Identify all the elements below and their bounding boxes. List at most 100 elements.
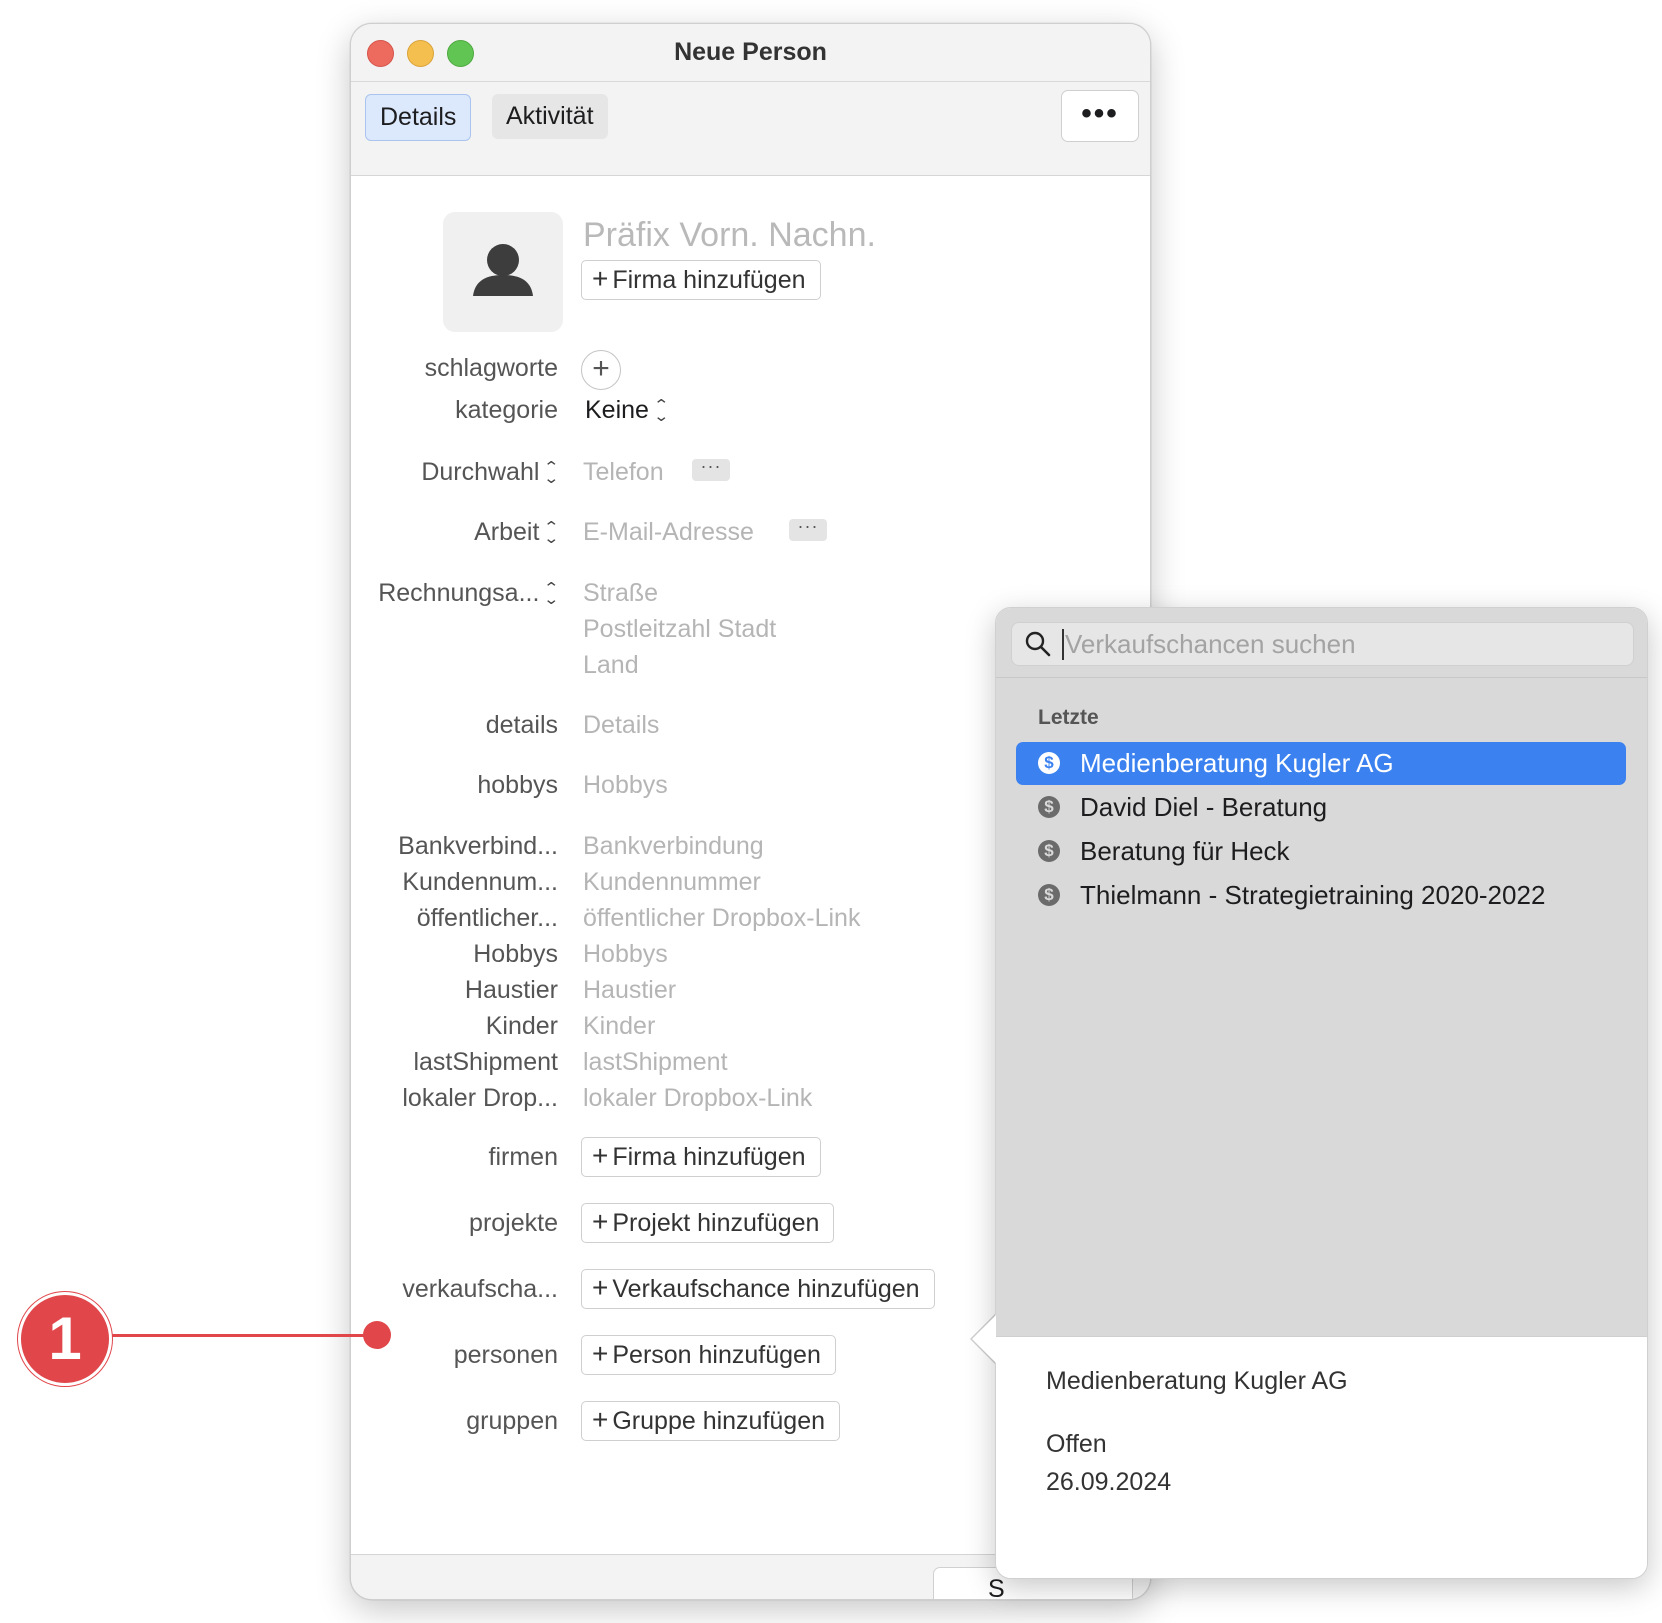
opportunity-detail-status: Offen <box>1046 1430 1107 1458</box>
plus-icon: + <box>592 263 609 294</box>
custom-field-input[interactable]: lastShipment <box>583 1048 728 1077</box>
custom-field-input[interactable]: Hobbys <box>583 940 668 969</box>
custom-field-label: öffentlicher... <box>416 904 558 932</box>
details-label: details <box>485 711 558 739</box>
popover-arrow <box>972 1315 996 1363</box>
phone-type-label: Durchwahl <box>421 458 540 486</box>
person-silhouette-icon <box>473 244 533 296</box>
details-input[interactable]: Details <box>583 711 659 740</box>
opportunity-item-label: Beratung für Heck <box>1080 836 1290 866</box>
custom-field-label: Bankverbind... <box>398 832 558 860</box>
custom-field-input[interactable]: Haustier <box>583 976 676 1005</box>
opportunity-list-area: Verkaufschancen suchen Letzte $ Medienbe… <box>996 608 1647 1336</box>
dollar-icon: $ <box>1038 796 1060 818</box>
add-company-button[interactable]: + Firma hinzufügen <box>581 260 821 300</box>
opportunity-search-input[interactable]: Verkaufschancen suchen <box>1011 622 1634 666</box>
annotation-dot <box>363 1321 391 1349</box>
custom-field-label: lastShipment <box>413 1048 558 1076</box>
custom-field-input[interactable]: Kinder <box>583 1012 655 1041</box>
ellipsis-icon: ··· <box>797 516 819 536</box>
hobbys-input[interactable]: Hobbys <box>583 771 668 800</box>
recent-section-header: Letzte <box>1038 706 1099 729</box>
plus-icon: + <box>592 1206 609 1237</box>
custom-field-input[interactable]: lokaler Dropbox-Link <box>583 1084 812 1113</box>
add-company-relation-button[interactable]: + Firma hinzufügen <box>581 1137 821 1177</box>
custom-field-input[interactable]: öffentlicher Dropbox-Link <box>583 904 860 933</box>
custom-field-input[interactable]: Bankverbindung <box>583 832 764 861</box>
text-caret <box>1062 629 1064 660</box>
ellipsis-icon: ··· <box>700 456 722 476</box>
dollar-icon: $ <box>1038 752 1060 774</box>
search-placeholder: Verkaufschancen suchen <box>1065 629 1356 659</box>
category-label: kategorie <box>455 396 558 424</box>
opportunity-item[interactable]: $ Thielmann - Strategietraining 2020-202… <box>1016 874 1626 917</box>
opportunities-label: verkaufscha... <box>402 1275 558 1303</box>
add-company-label: Firma hinzufügen <box>612 266 806 294</box>
country-input[interactable]: Land <box>583 651 639 680</box>
groups-label: gruppen <box>466 1407 558 1435</box>
dollar-icon: $ <box>1038 840 1060 862</box>
custom-field-label: Kinder <box>485 1012 558 1040</box>
custom-field-label: lokaler Drop... <box>402 1084 558 1112</box>
custom-field-input[interactable]: Kundennummer <box>583 868 761 897</box>
tags-label: schlagworte <box>424 354 558 382</box>
search-icon <box>1025 631 1051 657</box>
add-group-label: Gruppe hinzufügen <box>612 1407 826 1435</box>
add-company-relation-label: Firma hinzufügen <box>612 1143 806 1171</box>
tab-details[interactable]: Details <box>365 94 472 141</box>
add-project-button[interactable]: + Projekt hinzufügen <box>581 1203 835 1243</box>
opportunity-detail-date: 26.09.2024 <box>1046 1468 1172 1496</box>
opportunity-item[interactable]: $ Medienberatung Kugler AG <box>1016 742 1626 785</box>
address-type-label: Rechnungsa... <box>378 579 540 607</box>
add-person-label: Person hinzufügen <box>612 1341 821 1369</box>
opportunity-item[interactable]: $ David Diel - Beratung <box>1016 786 1626 829</box>
street-input[interactable]: Straße <box>583 579 658 608</box>
window-title: Neue Person <box>674 38 827 66</box>
phone-type-select[interactable]: Durchwahl ⌃ ⌄ <box>421 458 560 488</box>
custom-field-label: Hobbys <box>473 940 558 968</box>
opportunity-picker-popover: Verkaufschancen suchen Letzte $ Medienbe… <box>995 607 1648 1579</box>
dollar-icon: $ <box>1038 884 1060 906</box>
plus-icon: + <box>592 1338 609 1369</box>
category-select[interactable]: Keine ⌃ ⌄ <box>585 396 670 426</box>
opportunity-item-label: David Diel - Beratung <box>1080 792 1328 822</box>
projects-label: projekte <box>469 1209 558 1237</box>
more-options-button[interactable]: ••• <box>1061 90 1139 142</box>
add-opportunity-button[interactable]: + Verkaufschance hinzufügen <box>581 1269 935 1309</box>
add-person-button[interactable]: + Person hinzufügen <box>581 1335 836 1375</box>
opportunity-item-label: Thielmann - Strategietraining 2020-2022 <box>1080 880 1546 910</box>
email-type-select[interactable]: Arbeit ⌃ ⌄ <box>474 518 560 548</box>
name-input[interactable]: Präfix Vorn. Nachn. <box>583 216 876 255</box>
plus-icon: + <box>592 352 610 385</box>
category-value: Keine <box>585 396 649 424</box>
up-down-chevron-icon: ⌃ ⌄ <box>543 519 560 548</box>
up-down-chevron-icon: ⌃ ⌄ <box>543 459 560 488</box>
annotation-line <box>106 1334 378 1337</box>
avatar[interactable] <box>443 212 563 332</box>
hobbys-label: hobbys <box>477 771 558 799</box>
email-type-label: Arbeit <box>474 518 540 546</box>
plus-icon: + <box>592 1404 609 1435</box>
opportunity-item[interactable]: $ Beratung für Heck <box>1016 830 1626 873</box>
add-tag-button[interactable]: + <box>581 350 621 390</box>
plus-icon: + <box>592 1272 609 1303</box>
title-bar: Neue Person <box>351 24 1150 82</box>
up-down-chevron-icon: ⌃ ⌄ <box>543 580 560 609</box>
city-input[interactable]: Postleitzahl Stadt <box>583 615 776 644</box>
email-input[interactable]: E-Mail-Adresse <box>583 518 754 547</box>
opportunity-detail-pane: Medienberatung Kugler AG Offen 26.09.202… <box>996 1336 1647 1578</box>
opportunity-item-label: Medienberatung Kugler AG <box>1080 748 1394 778</box>
add-project-label: Projekt hinzufügen <box>612 1209 820 1237</box>
ellipsis-icon: ••• <box>1081 97 1119 130</box>
add-group-button[interactable]: + Gruppe hinzufügen <box>581 1401 841 1441</box>
opportunity-detail-name: Medienberatung Kugler AG <box>1046 1367 1348 1395</box>
up-down-chevron-icon: ⌃ ⌄ <box>653 397 670 426</box>
address-type-select[interactable]: Rechnungsa... ⌃ ⌄ <box>378 579 560 609</box>
tab-activity[interactable]: Aktivität <box>492 94 608 139</box>
persons-label: personen <box>453 1341 558 1369</box>
popover-divider <box>996 677 1647 678</box>
phone-input[interactable]: Telefon <box>583 458 664 487</box>
email-options-button[interactable]: ··· <box>789 516 827 541</box>
phone-options-button[interactable]: ··· <box>692 456 730 481</box>
custom-field-label: Kundennum... <box>402 868 558 896</box>
